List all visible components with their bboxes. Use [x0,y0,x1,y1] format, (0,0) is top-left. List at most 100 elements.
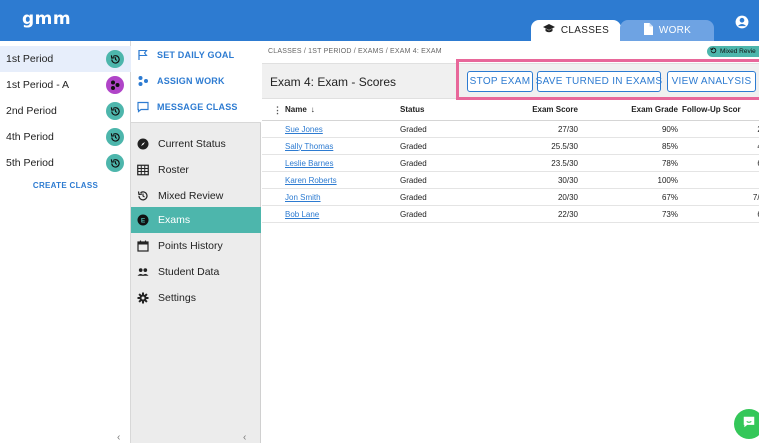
exam-score-cell: 30/30 [557,175,578,185]
nav-label: Current Status [158,138,226,150]
tab-work-label: WORK [658,25,692,36]
message-class-button[interactable]: MESSAGE CLASS [131,94,261,120]
app-logo[interactable]: gmm [22,9,71,29]
student-name-link[interactable]: Leslie Barnes [285,159,333,168]
exam-score-cell: 27/30 [557,124,578,134]
nav-label: Roster [158,164,189,176]
nav-item-roster[interactable]: Roster [131,157,261,183]
chat-support-button[interactable] [734,409,759,439]
nav-label: Exams [158,214,191,226]
view-analysis-button[interactable]: VIEW ANALYSIS [667,71,756,92]
create-class-button[interactable]: CREATE CLASS [0,181,131,190]
breadcrumb[interactable]: CLASSES / 1ST PERIOD / EXAMS / EXAM 4: E… [268,48,442,55]
class-actions: SET DAILY GOAL ASSIGN WORK MESSAGE CLASS [131,41,261,123]
header-exam-score[interactable]: Exam Score [472,99,578,120]
table-header: ⋮ Name ↓ Status Exam Score Exam Grade Fo… [262,99,759,121]
column-menu-icon[interactable]: ⋮ [273,105,282,116]
class-item-5th-period[interactable]: 5th Period [0,150,131,176]
nav-item-exams[interactable]: E Exams [131,207,261,233]
nav-item-points-history[interactable]: Points History [131,233,261,259]
status-cell: Graded [400,141,427,151]
table-row: Sally Thomas Graded 25.5/30 85% 4/ [262,138,759,155]
header-status[interactable]: Status [400,99,424,120]
mixed-review-icon [106,154,124,172]
class-label: 2nd Period [6,105,57,117]
status-cell: Graded [400,175,427,185]
nav-label: Mixed Review [158,190,224,202]
assign-icon [137,75,149,87]
chat-bubble-icon [742,415,756,434]
follow-up-score-cell [682,172,759,188]
status-cell: Graded [400,158,427,168]
status-cell: Graded [400,192,427,202]
exam-icon: E [137,214,149,226]
class-label: 5th Period [6,157,54,169]
class-item-1st-period[interactable]: 1st Period [0,46,131,72]
header-name-label: Name [285,105,307,114]
people-icon [137,266,149,278]
class-item-1st-period-a[interactable]: 1st Period - A [0,72,131,98]
student-name-link[interactable]: Bob Lane [285,210,319,219]
collapse-chevron-icon[interactable]: ‹ [243,432,246,443]
exam-score-cell: 22/30 [557,209,578,219]
mixed-review-badge-label: Mixed Revie [720,48,756,55]
grid-icon [137,164,149,176]
mixed-review-badge[interactable]: Mixed Revie [707,46,759,57]
assign-work-label: ASSIGN WORK [157,76,225,86]
student-name-link[interactable]: Karen Roberts [285,176,337,185]
header-name[interactable]: Name ↓ [285,99,315,120]
main-content: CLASSES / 1ST PERIOD / EXAMS / EXAM 4: E… [262,41,759,443]
follow-up-score-cell: 7/1 [752,192,759,202]
stop-exam-button[interactable]: STOP EXAM [467,71,533,92]
message-icon [137,101,149,113]
nav-item-student-data[interactable]: Student Data [131,259,261,285]
exam-score-cell: 20/30 [557,192,578,202]
status-cell: Graded [400,124,427,134]
graduation-cap-icon [542,24,555,37]
student-name-link[interactable]: Sally Thomas [285,142,333,151]
tab-work[interactable]: WORK [620,20,714,41]
follow-up-score-cell: 4/ [682,138,759,154]
calendar-icon [137,240,149,252]
student-name-link[interactable]: Jon Smith [285,193,321,202]
save-turned-in-exams-button[interactable]: SAVE TURNED IN EXAMS [536,71,662,92]
class-item-2nd-period[interactable]: 2nd Period [0,98,131,124]
set-daily-goal-button[interactable]: SET DAILY GOAL [131,42,261,68]
student-name-link[interactable]: Sue Jones [285,125,323,134]
class-label: 4th Period [6,131,54,143]
exam-score-cell: 23.5/30 [551,158,578,168]
nav-label: Student Data [158,266,220,278]
exam-score-cell: 25.5/30 [551,141,578,151]
mixed-review-icon [710,47,717,56]
class-list: 1st Period 1st Period - A 2nd Period 4th… [0,41,131,443]
top-bar: gmm CLASSES WORK [0,0,759,41]
status-cell: Graded [400,209,427,219]
page-title: Exam 4: Exam - Scores [270,75,397,89]
exam-grade-cell: 100% [657,175,678,185]
class-label: 1st Period [6,53,54,65]
nav-item-mixed-review[interactable]: Mixed Review [131,183,261,209]
nav-label: Settings [158,292,196,304]
follow-up-score-cell: 2/ [682,121,759,137]
class-item-4th-period[interactable]: 4th Period [0,124,131,150]
header-follow-up-score[interactable]: Follow-Up Scor [682,99,759,120]
follow-up-score-cell: 6/ [682,155,759,171]
nav-item-settings[interactable]: Settings [131,285,261,311]
class-label: 1st Period - A [6,79,70,91]
table-row: Jon Smith Graded 20/30 67% 7/1 [262,189,759,206]
tab-classes-label: CLASSES [560,25,610,36]
compass-icon [137,138,149,150]
document-icon [643,23,653,38]
user-circle-icon[interactable] [735,15,749,29]
nav-item-current-status[interactable]: Current Status [131,131,261,157]
class-nav: SET DAILY GOAL ASSIGN WORK MESSAGE CLASS… [131,41,261,443]
collapse-chevron-icon[interactable]: ‹ [117,432,120,443]
tab-classes[interactable]: CLASSES [531,20,621,41]
flag-icon [137,49,149,61]
mixed-review-icon [106,102,124,120]
header-exam-grade[interactable]: Exam Grade [572,99,678,120]
exam-grade-cell: 78% [661,158,678,168]
history-icon [137,190,149,202]
group-icon [106,76,124,94]
assign-work-button[interactable]: ASSIGN WORK [131,68,261,94]
